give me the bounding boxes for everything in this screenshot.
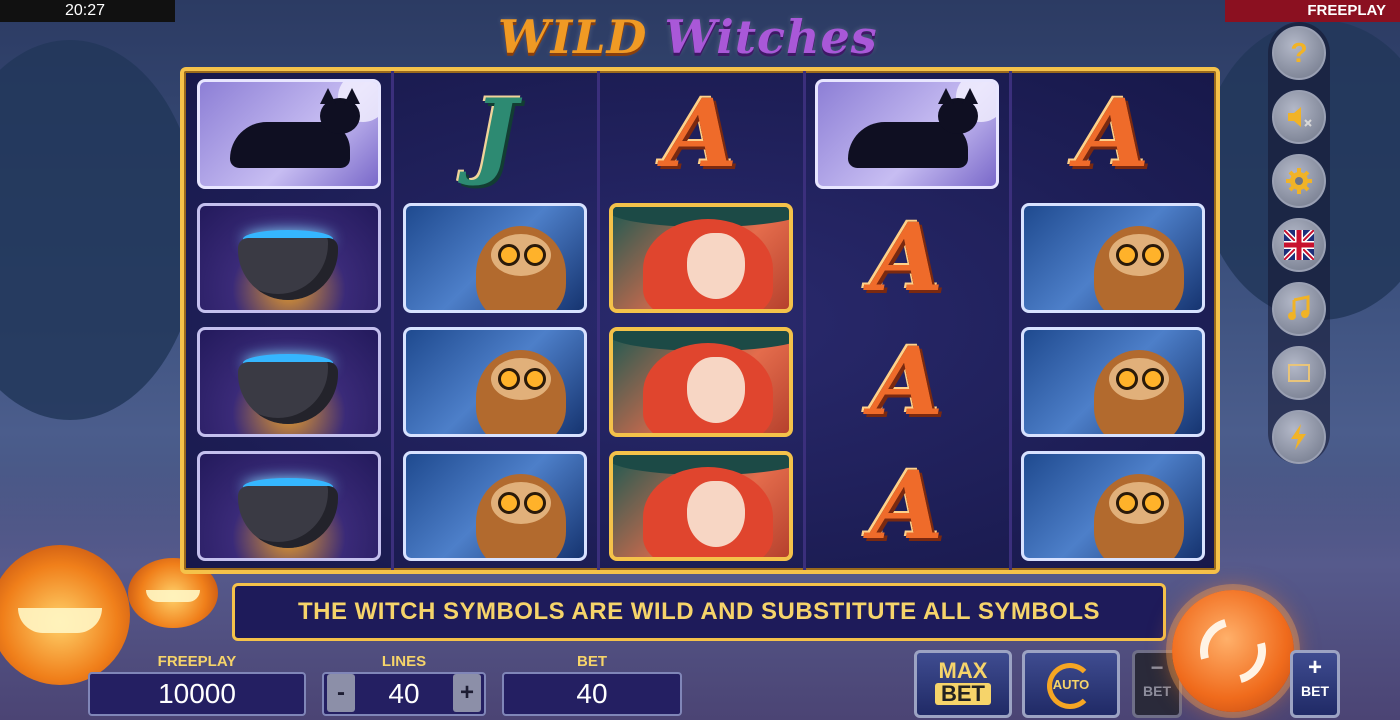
music-icon[interactable] [1272,282,1326,336]
turbo-lightning-icon[interactable] [1272,410,1326,464]
symbol-letter-glyph: A [870,203,944,313]
symbol-witch-icon [609,451,793,561]
symbol-witch-icon [609,203,793,313]
symbol-pot-icon [197,327,381,437]
bet-increase-sign: + [1307,654,1322,681]
lines-increase-button[interactable]: + [453,674,481,712]
clock: 20:27 [0,0,175,22]
freeplay-balance-display: 10000 [88,672,306,716]
help-icon[interactable]: ? [1272,26,1326,80]
reels-grid: JAAAAA [180,67,1220,574]
reel-1 [186,71,392,570]
language-uk-flag-icon[interactable] [1272,218,1326,272]
max-bet-top-label: MAX [938,658,988,683]
symbol-pot-icon [197,451,381,561]
symbol-letter-glyph: J [472,79,518,189]
symbol-cat-icon [197,79,381,189]
symbol-owl-icon [403,451,587,561]
bet-increase-button[interactable]: + BET [1290,650,1340,718]
game-logo: WILD Witches [498,10,878,64]
symbol-owl-icon [1021,451,1205,561]
symbol-letter-a: A [815,327,999,437]
symbol-pot-icon [197,203,381,313]
symbol-owl-icon [403,327,587,437]
reel-5: A [1010,71,1216,570]
reel-3: A [598,71,804,570]
info-message-bar: THE WITCH SYMBOLS ARE WILD AND SUBSTITUT… [232,583,1166,641]
logo-word-wild: WILD [498,10,648,64]
symbol-witch-icon [609,327,793,437]
symbol-letter-a: A [815,203,999,313]
lines-value: 40 [388,678,420,709]
symbol-owl-icon [1021,327,1205,437]
symbol-letter-glyph: A [870,327,944,437]
symbol-owl-icon [403,203,587,313]
symbol-letter-glyph: A [1076,79,1150,189]
settings-icon[interactable] [1272,154,1326,208]
reel-2: J [392,71,598,570]
reel-4: AAA [804,71,1010,570]
background-tree-left [0,40,200,420]
autoplay-button[interactable]: AUTO [1022,650,1120,718]
symbol-letter-glyph: A [870,451,944,561]
symbol-cat-icon [815,79,999,189]
bet-label: BET [577,653,607,670]
freeplay-mode-badge: FREEPLAY [1225,0,1400,22]
symbol-letter-glyph: A [664,79,738,189]
symbol-letter-a: A [815,451,999,561]
max-bet-bottom-label: BET [935,683,991,705]
symbol-letter-j: J [403,79,587,189]
freeplay-label: FREEPLAY [157,653,237,670]
spin-arrows-icon [1187,605,1279,697]
bet-display: 40 [502,672,682,716]
sound-muted-icon[interactable] [1272,90,1326,144]
fullscreen-icon[interactable] [1272,346,1326,400]
lines-label: LINES [381,653,427,670]
lines-decrease-button[interactable]: - [327,674,355,712]
spin-button[interactable] [1172,590,1294,712]
logo-word-witches: Witches [664,10,878,64]
bet-decrease-label: BET [1143,683,1171,699]
symbol-letter-a: A [609,79,793,189]
max-bet-button[interactable]: MAX BET [914,650,1012,718]
symbol-owl-icon [1021,203,1205,313]
autoplay-label: AUTO [1052,677,1090,692]
symbol-letter-a: A [1021,79,1205,189]
bet-increase-label: BET [1301,683,1329,699]
